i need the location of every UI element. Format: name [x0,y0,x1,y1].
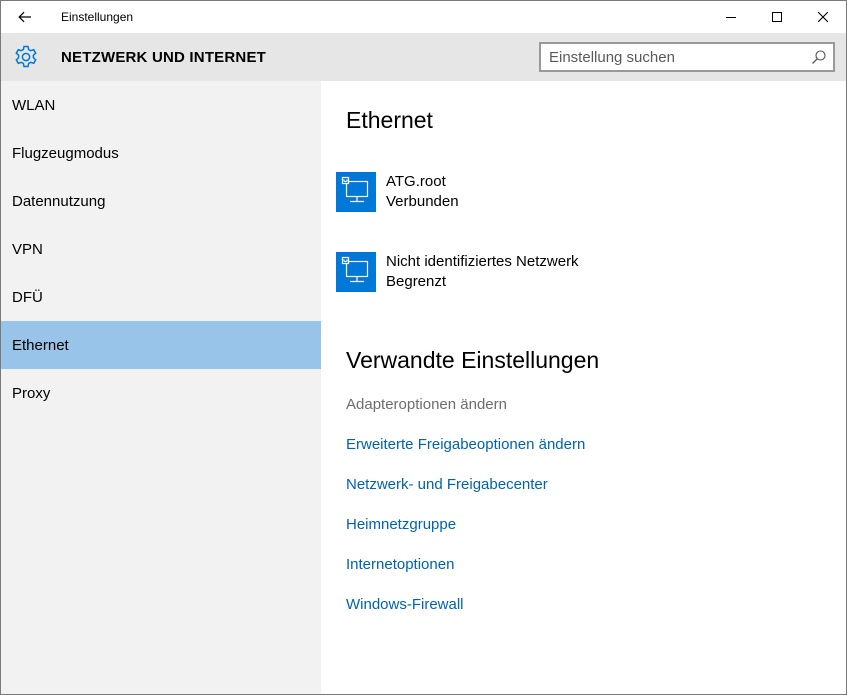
link-windows-firewall[interactable]: Windows-Firewall [346,596,464,613]
gear-icon [15,45,37,68]
sidebar-item-vpn[interactable]: VPN [1,225,321,273]
sidebar-item-label: Proxy [12,384,51,402]
link-adapter-options: Adapteroptionen ändern [346,396,507,413]
search-icon[interactable] [811,49,827,65]
section-heading: Ethernet [346,107,433,133]
sidebar-item-wlan[interactable]: WLAN [1,81,321,129]
ethernet-icon [336,172,376,212]
sidebar-item-flugzeugmodus[interactable]: Flugzeugmodus [1,129,321,177]
network-name: ATG.root [386,173,446,190]
link-network-sharing-center[interactable]: Netzwerk- und Freigabecenter [346,476,548,493]
maximize-icon [772,12,782,22]
network-item[interactable]: ATG.root Verbunden [336,172,756,212]
settings-header: NETZWERK UND INTERNET [1,33,846,81]
search-input[interactable] [549,48,799,66]
sidebar: WLAN Flugzeugmodus Datennutzung VPN DFÜ … [1,81,321,694]
sidebar-item-label: Flugzeugmodus [12,144,119,162]
network-status: Begrenzt [386,273,447,290]
ethernet-icon [336,252,376,292]
sidebar-item-label: VPN [12,240,43,258]
main-content: Ethernet ATG.root Verbunden Nicht identi… [321,81,846,694]
network-status: Verbunden [386,193,459,210]
window-title: Einstellungen [61,10,134,24]
page-title: NETZWERK UND INTERNET [61,49,267,66]
network-item[interactable]: Nicht identifiziertes Netzwerk Begrenzt [336,252,756,292]
back-arrow-icon [18,11,31,23]
network-name: Nicht identifiziertes Netzwerk [386,253,579,270]
maximize-button[interactable] [754,1,800,33]
related-settings-heading: Verwandte Einstellungen [346,347,600,373]
sidebar-item-proxy[interactable]: Proxy [1,369,321,417]
sidebar-item-datennutzung[interactable]: Datennutzung [1,177,321,225]
minimize-icon [726,17,736,18]
sidebar-item-label: DFÜ [12,288,43,306]
sidebar-item-label: WLAN [12,96,56,114]
minimize-button[interactable] [708,1,754,33]
close-icon [818,12,828,22]
sidebar-item-label: Datennutzung [12,192,106,210]
link-internet-options[interactable]: Internetoptionen [346,556,454,573]
back-button[interactable] [11,5,39,29]
link-advanced-sharing[interactable]: Erweiterte Freigabeoptionen ändern [346,436,585,453]
sidebar-item-label: Ethernet [12,336,69,354]
search-box[interactable] [539,42,835,72]
close-button[interactable] [800,1,846,33]
sidebar-item-dfu[interactable]: DFÜ [1,273,321,321]
sidebar-item-ethernet[interactable]: Ethernet [1,321,321,369]
link-homegroup[interactable]: Heimnetzgruppe [346,516,456,533]
title-bar: Einstellungen [1,1,846,33]
